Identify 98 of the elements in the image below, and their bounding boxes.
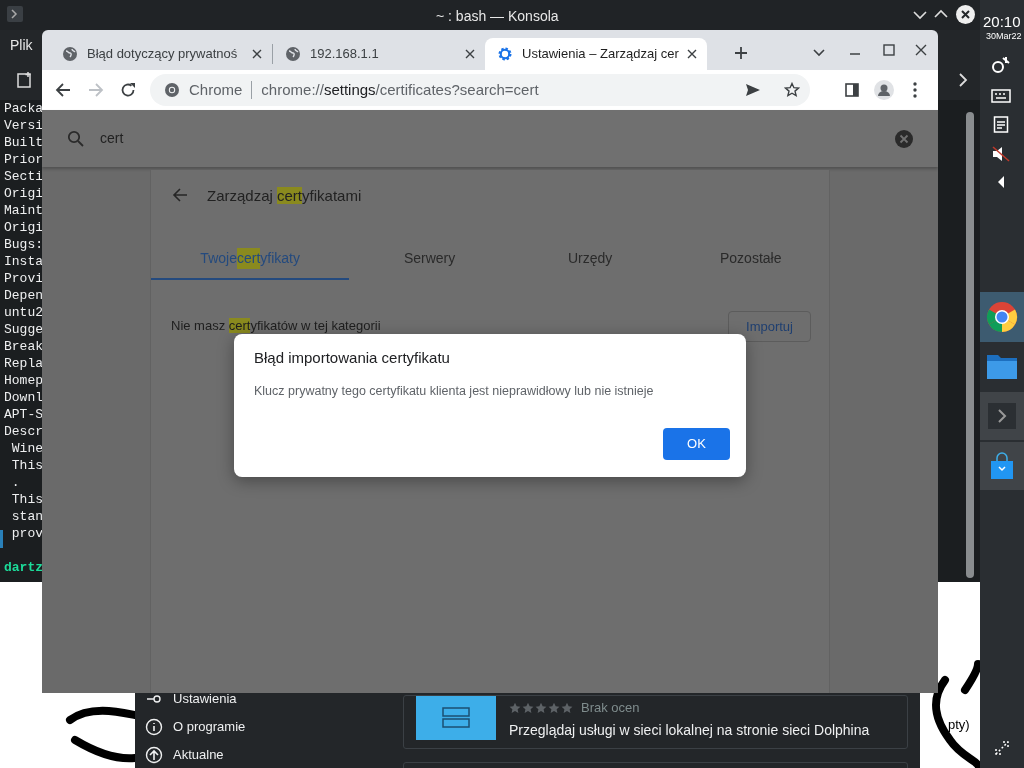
- globe-icon: [285, 46, 301, 62]
- terminal-line: Origi: [4, 219, 43, 236]
- chevron-right-icon[interactable]: [957, 72, 969, 88]
- maximize-icon[interactable]: [883, 44, 895, 56]
- ok-button[interactable]: OK: [663, 428, 730, 460]
- terminal-line: Origi: [4, 185, 43, 202]
- minimize-icon[interactable]: [912, 8, 928, 22]
- terminal-line: Homep: [4, 372, 43, 389]
- browser-tab[interactable]: Ustawienia – Zarządzaj cer: [485, 38, 707, 70]
- app-card[interactable]: Brak ocen Przeglądaj usługi w sieci lokalnej na stronie sieci Dolphina: [403, 695, 908, 749]
- terminal-line: Provi: [4, 270, 43, 287]
- triangle-left-icon[interactable]: [996, 175, 1006, 189]
- terminal-line: Repla: [4, 355, 43, 372]
- cursor-line-marker: [0, 530, 3, 548]
- terminal-line: Maint: [4, 202, 43, 219]
- terminal-line: This: [10, 491, 43, 508]
- back-icon[interactable]: [55, 82, 71, 98]
- terminal-line: stan: [10, 508, 43, 525]
- chrome-logo-icon: [164, 82, 180, 98]
- tab-title: Ustawienia – Zarządzaj cer: [522, 45, 679, 64]
- muted-speaker-icon[interactable]: [991, 145, 1011, 163]
- close-icon[interactable]: [915, 44, 927, 56]
- menu-item[interactable]: Plik: [10, 34, 33, 56]
- site-label: Chrome: [189, 79, 243, 100]
- clipboard-icon[interactable]: [993, 115, 1009, 133]
- new-tab-icon[interactable]: [734, 46, 748, 60]
- terminal-line: .: [10, 474, 20, 491]
- info-icon: [145, 718, 163, 736]
- shopping-bag-icon: [988, 452, 1016, 480]
- side-panel-icon[interactable]: [845, 83, 859, 97]
- chevron-down-icon[interactable]: [813, 48, 825, 58]
- scrollbar[interactable]: [966, 112, 974, 578]
- terminal-line: Built: [4, 134, 43, 151]
- clear-icon[interactable]: [895, 129, 913, 148]
- star-icon: [509, 701, 521, 714]
- chrome-logo-icon: [986, 301, 1018, 333]
- close-icon[interactable]: [956, 5, 975, 24]
- terminal-line: Descr: [4, 423, 43, 440]
- terminal-prompt: dartz: [4, 559, 43, 576]
- terminal-line: Packa: [4, 100, 43, 117]
- sidebar-item[interactable]: Ustawienia: [173, 689, 237, 709]
- reload-icon[interactable]: [120, 82, 136, 98]
- profile-avatar-icon[interactable]: [874, 80, 894, 100]
- terminal-line: Wine: [10, 440, 43, 457]
- send-icon[interactable]: [745, 83, 761, 97]
- terminal-line: Secti: [4, 168, 43, 185]
- tab-title: Błąd dotyczący prywatnoś: [87, 45, 238, 64]
- rating-text: Brak ocen: [581, 699, 640, 717]
- close-icon[interactable]: [687, 49, 697, 59]
- terminal-line: Insta: [4, 253, 43, 270]
- star-icon[interactable]: [784, 82, 800, 98]
- close-icon[interactable]: [252, 49, 262, 59]
- terminal-line: APT-S: [4, 406, 43, 423]
- folder-icon: [986, 352, 1018, 380]
- browser-tab[interactable]: Błąd dotyczący prywatnoś: [50, 40, 272, 68]
- star-icon: [548, 701, 560, 714]
- terminal-line: This: [10, 457, 43, 474]
- task-button[interactable]: [980, 292, 1024, 342]
- new-tab-icon[interactable]: [16, 71, 34, 89]
- star-icon: [522, 701, 534, 714]
- desktop-text: pty): [948, 716, 970, 734]
- keyboard-icon[interactable]: [991, 87, 1011, 103]
- terminal-line: Depen: [4, 287, 43, 304]
- star-icon: [535, 701, 547, 714]
- network-icon[interactable]: [991, 56, 1011, 74]
- sidebar-item[interactable]: O programie: [173, 717, 246, 737]
- terminal-icon[interactable]: [6, 5, 24, 23]
- terminal-icon: [987, 402, 1017, 430]
- clock-time: 20:10: [983, 12, 1021, 32]
- app-description: Przeglądaj usługi w sieci lokalnej na stronie sieci Dolphina: [509, 721, 870, 740]
- terminal-line: Versi: [4, 117, 43, 134]
- terminal-line: untu2: [4, 304, 43, 321]
- tab-title: 192.168.1.1: [310, 45, 379, 64]
- search-icon: [67, 130, 84, 147]
- arrow-up-circle-icon: [145, 746, 163, 764]
- menu-icon[interactable]: [913, 82, 917, 98]
- browser-tab[interactable]: 192.168.1.1: [273, 40, 485, 68]
- search-text: cert: [100, 129, 124, 148]
- globe-icon: [62, 46, 78, 62]
- dialog-title: Błąd importowania certyfikatu: [254, 348, 450, 368]
- sidebar-item[interactable]: Aktualne: [173, 745, 224, 765]
- address-bar[interactable]: Chrome chrome://settings/certificates?search=cert: [150, 74, 810, 106]
- terminal-line: prov: [10, 525, 43, 542]
- terminal-line: Sugge: [4, 321, 43, 338]
- task-button[interactable]: [980, 442, 1024, 490]
- terminal-line: Bugs:: [4, 236, 43, 253]
- gear-icon: [497, 46, 513, 62]
- window-title: ~ : bash — Konsola: [436, 7, 559, 26]
- terminal-line: Break: [4, 338, 43, 355]
- terminal-line: Prior: [4, 151, 43, 168]
- terminal-line: Downl: [4, 389, 43, 406]
- star-icon: [561, 701, 573, 714]
- close-icon[interactable]: [465, 49, 475, 59]
- dialog-message: Klucz prywatny tego certyfikatu klienta jest nieprawidłowy lub nie istnieje: [254, 383, 654, 400]
- resize-handle-icon[interactable]: [992, 738, 1012, 758]
- server-rack-icon: [441, 706, 471, 730]
- url-text: chrome://settings/certificates?search=cert: [261, 79, 539, 100]
- clock-date: 30Mar22: [986, 30, 1022, 43]
